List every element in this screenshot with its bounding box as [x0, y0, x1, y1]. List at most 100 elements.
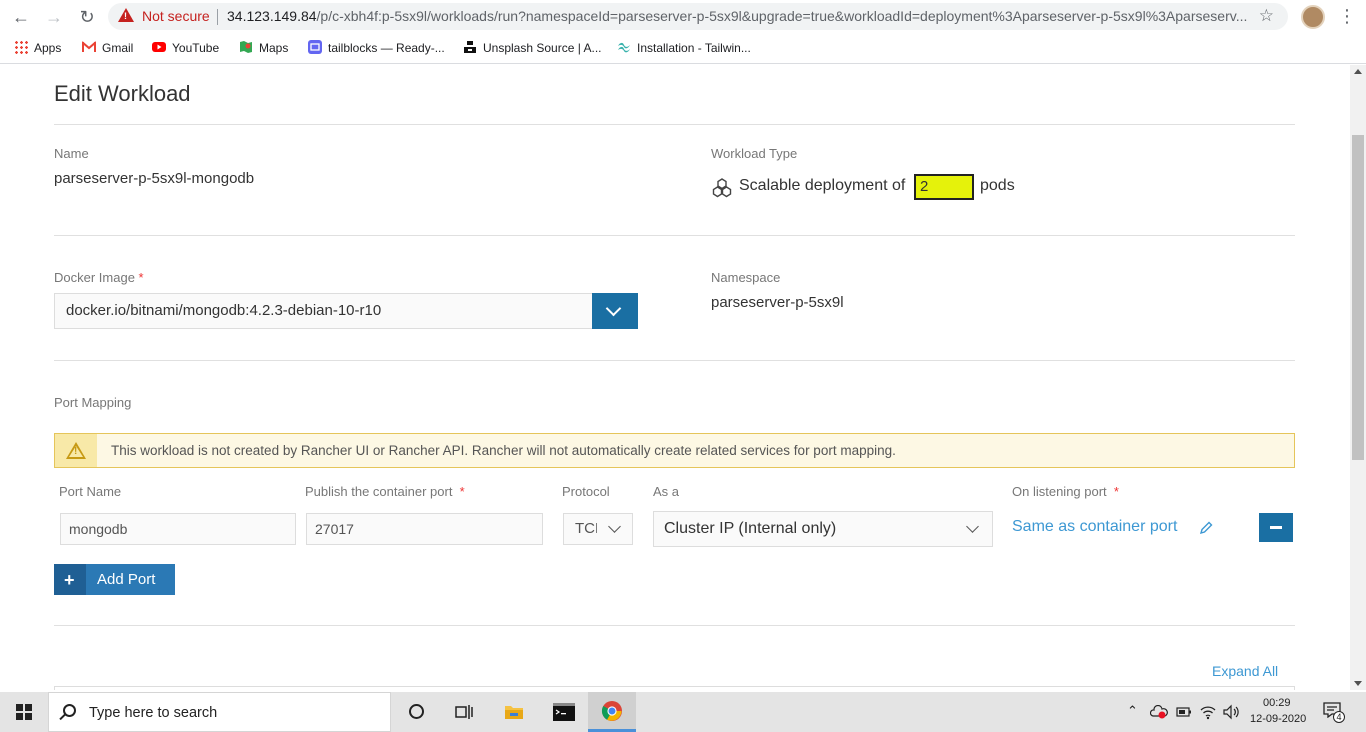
- column-port-name: Port Name: [59, 484, 122, 499]
- gmail-icon: [81, 40, 97, 54]
- divider: [54, 235, 1295, 236]
- name-value: parseserver-p-5sx9l-mongodb: [54, 170, 255, 187]
- action-center-button[interactable]: 4: [1323, 702, 1345, 723]
- cortana-button[interactable]: [392, 692, 440, 732]
- youtube-icon: [152, 40, 166, 54]
- warning-triangle-icon: [118, 8, 134, 22]
- divider: [54, 124, 1295, 125]
- task-view-icon: [455, 705, 473, 719]
- listening-port-link[interactable]: Same as container port: [1012, 518, 1177, 536]
- windows-taskbar: Type here to search ⌃ 00:29 12-09-2020 4: [0, 692, 1366, 732]
- column-listening-port-text: On listening port: [1012, 484, 1107, 499]
- column-publish-port-text: Publish the container port: [305, 484, 453, 499]
- windows-logo-icon: [16, 704, 32, 720]
- file-explorer-button[interactable]: [490, 692, 538, 732]
- url-text[interactable]: 34.123.149.84/p/c-xbh4f:p-5sx9l/workload…: [227, 8, 1247, 24]
- bookmark-label: tailblocks — Ready-...: [328, 41, 445, 55]
- bookmark-unsplash[interactable]: Unsplash Source | A...: [463, 40, 602, 56]
- page-title: Edit Workload: [54, 81, 191, 106]
- protocol-value: TCP: [575, 520, 597, 537]
- forward-arrow-icon[interactable]: →: [43, 6, 65, 28]
- workload-type-suffix: pods: [980, 177, 1015, 194]
- bookmark-tailwind[interactable]: Installation - Tailwin...: [617, 40, 751, 56]
- notification-count-badge: 4: [1333, 711, 1345, 723]
- bookmark-label: Apps: [34, 41, 62, 55]
- required-asterisk: *: [1113, 484, 1119, 499]
- port-mapping-label: Port Mapping: [54, 395, 132, 410]
- terminal-button[interactable]: [540, 692, 588, 732]
- reload-icon[interactable]: ↻: [76, 6, 98, 28]
- maps-icon: [239, 40, 253, 54]
- browser-toolbar: ← → ↻ Not secure 34.123.149.84/p/c-xbh4f…: [0, 0, 1366, 34]
- battery-icon[interactable]: [1176, 706, 1192, 718]
- docker-image-dropdown-button[interactable]: [592, 293, 638, 329]
- bookmark-youtube[interactable]: YouTube: [152, 40, 219, 56]
- plus-icon: +: [54, 564, 86, 595]
- namespace-value: parseserver-p-5sx9l: [711, 294, 844, 311]
- add-port-button[interactable]: + Add Port: [54, 564, 175, 595]
- profile-avatar[interactable]: [1301, 5, 1325, 29]
- url-divider: [217, 9, 218, 25]
- scroll-thumb[interactable]: [1352, 135, 1364, 460]
- required-asterisk: *: [459, 484, 465, 499]
- tailwind-icon: [617, 40, 631, 54]
- taskbar-search-box[interactable]: Type here to search: [48, 692, 391, 732]
- onedrive-sync-icon[interactable]: [1150, 705, 1168, 719]
- bookmark-label: Unsplash Source | A...: [483, 41, 602, 55]
- scroll-up-arrow-icon[interactable]: [1354, 69, 1362, 74]
- bookmark-maps[interactable]: Maps: [239, 40, 288, 56]
- volume-icon[interactable]: [1222, 704, 1240, 720]
- page-scrollbar[interactable]: [1350, 65, 1366, 690]
- scale-pods-input[interactable]: 2: [914, 174, 974, 200]
- bookmark-label: YouTube: [172, 41, 220, 55]
- namespace-label: Namespace: [711, 270, 781, 285]
- bookmark-tailblocks[interactable]: tailblocks — Ready-...: [308, 40, 445, 56]
- start-button[interactable]: [0, 692, 48, 732]
- bookmark-apps[interactable]: Apps: [14, 40, 61, 56]
- kebab-menu-icon[interactable]: ⋮: [1338, 6, 1356, 27]
- clock-date[interactable]: 12-09-2020: [1250, 713, 1306, 725]
- workload-type-label: Workload Type: [711, 146, 798, 161]
- deployment-cubes-icon: [712, 178, 732, 198]
- security-label[interactable]: Not secure: [142, 8, 210, 24]
- search-placeholder: Type here to search: [89, 705, 218, 721]
- docker-image-label-text: Docker Image: [54, 270, 135, 285]
- warning-text: This workload is not created by Rancher …: [111, 443, 896, 458]
- terminal-icon: [553, 703, 575, 721]
- divider: [54, 360, 1295, 361]
- task-view-button[interactable]: [440, 692, 488, 732]
- remove-port-button[interactable]: [1259, 513, 1293, 542]
- scroll-down-arrow-icon[interactable]: [1354, 681, 1362, 686]
- expand-all-link[interactable]: Expand All: [1212, 663, 1278, 679]
- workload-type-prefix: Scalable deployment of: [739, 177, 906, 194]
- bookmark-label: Maps: [259, 41, 289, 55]
- docker-image-input[interactable]: docker.io/bitnami/mongodb:4.2.3-debian-1…: [54, 293, 594, 329]
- clock-time[interactable]: 00:29: [1263, 697, 1291, 709]
- wifi-icon[interactable]: [1199, 704, 1217, 720]
- bookmark-label: Installation - Tailwin...: [637, 41, 751, 55]
- chevron-down-icon: [966, 520, 979, 533]
- docker-image-label: Docker Image *: [54, 270, 144, 285]
- bookmark-gmail[interactable]: Gmail: [81, 40, 133, 56]
- folder-icon: [505, 706, 523, 719]
- chrome-taskbar-button[interactable]: [588, 692, 636, 732]
- required-asterisk: *: [138, 270, 144, 285]
- pencil-icon[interactable]: [1199, 521, 1213, 535]
- back-arrow-icon[interactable]: ←: [10, 6, 32, 28]
- column-publish-port: Publish the container port *: [305, 484, 465, 499]
- apps-grid-icon: [14, 40, 28, 54]
- unsplash-icon: [463, 40, 477, 54]
- advanced-options-card: [54, 686, 1295, 690]
- tailblocks-icon: [308, 40, 322, 54]
- bookmark-star-icon[interactable]: ☆: [1259, 6, 1274, 26]
- divider: [54, 625, 1295, 626]
- tray-chevron-up-icon[interactable]: ⌃: [1127, 703, 1138, 719]
- protocol-select[interactable]: TCP: [563, 513, 633, 545]
- port-name-input[interactable]: mongodb: [60, 513, 296, 545]
- address-bar[interactable]: Not secure 34.123.149.84/p/c-xbh4f:p-5sx…: [108, 3, 1288, 30]
- service-type-select[interactable]: Cluster IP (Internal only): [653, 511, 993, 547]
- publish-port-input[interactable]: 27017: [306, 513, 543, 545]
- search-icon: [63, 704, 76, 717]
- column-listening-port: On listening port *: [1012, 484, 1119, 499]
- chevron-down-icon: [608, 520, 621, 533]
